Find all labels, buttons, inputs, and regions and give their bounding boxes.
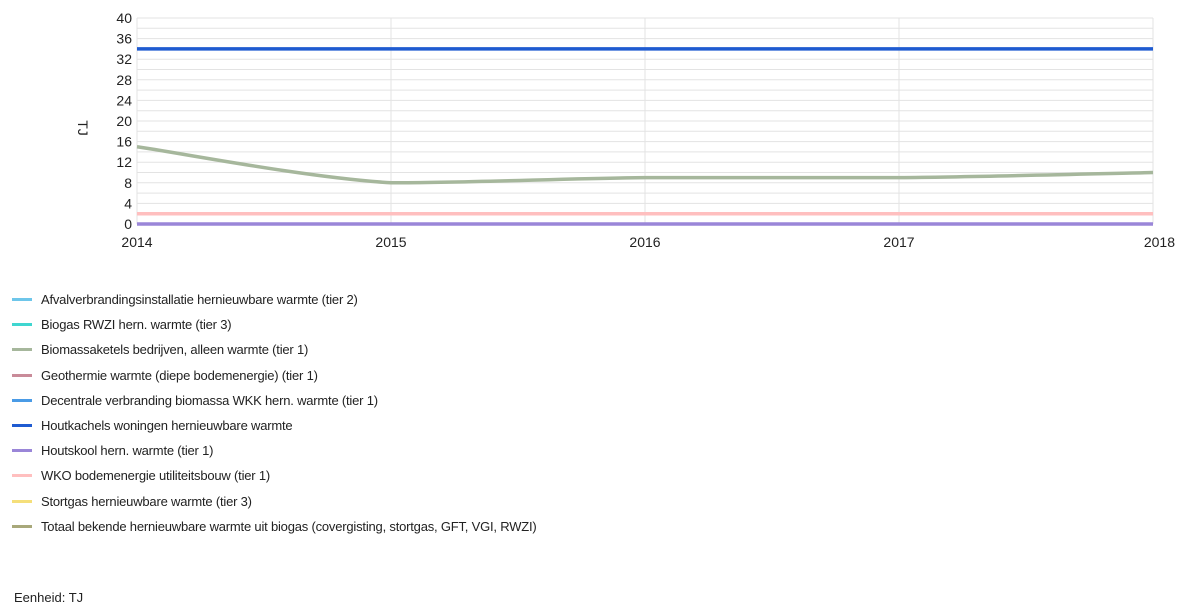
line-chart: 0 4 8 12 16 20 24 28 32 36 40 2014 2015 2016 2017 2018… (75, 10, 1175, 250)
legend-label: Totaal bekende hernieuwbare warmte uit b… (41, 518, 537, 534)
x-tick-label: 2014 (121, 234, 152, 250)
legend-item[interactable]: Decentrale verbranding biomassa WKK hern… (12, 388, 1162, 413)
legend-label: Houtskool hern. warmte (tier 1) (41, 443, 214, 459)
x-tick-label: 2018 (1144, 234, 1175, 250)
y-tick-label: 12 (116, 154, 132, 170)
legend-label: Decentrale verbranding biomassa WKK hern… (41, 392, 378, 408)
y-tick-label: 8 (124, 175, 132, 191)
legend-label: Afvalverbrandingsinstallatie hernieuwbar… (41, 292, 358, 308)
x-tick-label: 2017 (883, 234, 914, 250)
legend-swatch (12, 524, 32, 528)
legend-item[interactable]: Houtkachels woningen hernieuwbare warmte (12, 413, 1162, 438)
legend-item[interactable]: Biomassaketels bedrijven, alleen warmte … (12, 337, 1162, 362)
legend-label: Stortgas hernieuwbare warmte (tier 3) (41, 493, 252, 509)
legend-item[interactable]: Afvalverbrandingsinstallatie hernieuwbar… (12, 287, 1162, 312)
legend-swatch (12, 323, 32, 327)
legend-swatch (12, 449, 32, 453)
legend-item[interactable]: Biogas RWZI hern. warmte (tier 3) (12, 312, 1162, 337)
y-axis-ticks: 0 4 8 12 16 20 24 28 32 36 40 (116, 10, 132, 232)
legend-label: Houtkachels woningen hernieuwbare warmte (41, 418, 293, 434)
legend-label: Geothermie warmte (diepe bodemenergie) (… (41, 367, 318, 383)
legend-item[interactable]: Totaal bekende hernieuwbare warmte uit b… (12, 514, 1162, 539)
legend-item[interactable]: Stortgas hernieuwbare warmte (tier 3) (12, 489, 1162, 514)
y-axis-title: TJ (75, 120, 91, 136)
legend: Afvalverbrandingsinstallatie hernieuwbar… (12, 287, 1162, 539)
legend-label: Biogas RWZI hern. warmte (tier 3) (41, 317, 232, 333)
legend-swatch (12, 348, 32, 352)
legend-swatch (12, 373, 32, 377)
legend-swatch (12, 424, 32, 428)
y-tick-label: 36 (116, 31, 132, 47)
y-tick-label: 20 (116, 113, 132, 129)
y-tick-label: 16 (116, 134, 132, 150)
legend-label: WKO bodemenergie utiliteitsbouw (tier 1) (41, 468, 270, 484)
legend-item[interactable]: WKO bodemenergie utiliteitsbouw (tier 1) (12, 463, 1162, 488)
legend-label: Biomassaketels bedrijven, alleen warmte … (41, 342, 309, 358)
legend-swatch (12, 298, 32, 302)
y-tick-label: 24 (116, 92, 132, 108)
x-tick-label: 2016 (629, 234, 660, 250)
x-axis-ticks: 2014 2015 2016 2017 2018 (121, 234, 1175, 250)
unit-label: Eenheid: TJ (14, 590, 84, 605)
y-tick-label: 28 (116, 72, 132, 88)
y-tick-label: 0 (124, 216, 132, 232)
legend-swatch (12, 398, 32, 402)
legend-item[interactable]: Houtskool hern. warmte (tier 1) (12, 438, 1162, 463)
legend-swatch (12, 499, 32, 503)
legend-item[interactable]: Geothermie warmte (diepe bodemenergie) (… (12, 363, 1162, 388)
legend-swatch (12, 474, 32, 478)
y-tick-label: 4 (124, 195, 132, 211)
y-tick-label: 40 (116, 10, 132, 26)
y-tick-label: 32 (116, 51, 132, 67)
x-tick-label: 2015 (375, 234, 406, 250)
